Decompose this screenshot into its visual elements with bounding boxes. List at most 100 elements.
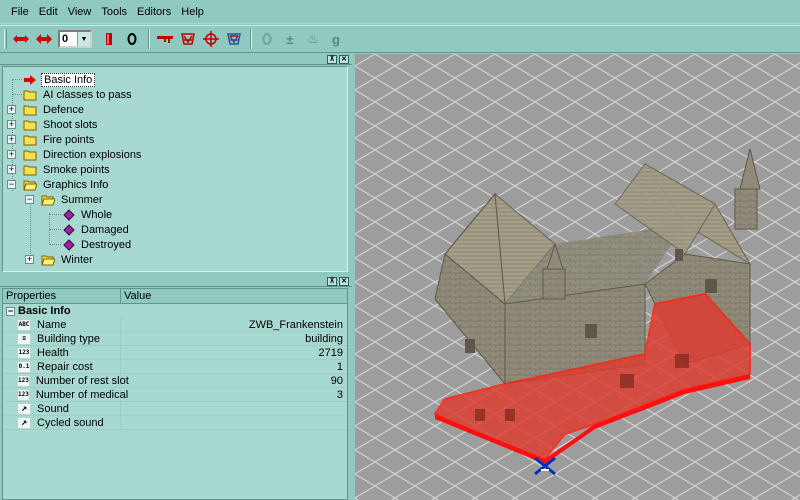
property-value[interactable]: 90 — [121, 375, 347, 387]
tree-item-basic-info[interactable]: Basic Info — [7, 72, 96, 87]
property-row-building-type[interactable]: ≡ Building type building — [3, 331, 347, 346]
expand-icon[interactable]: + — [7, 165, 16, 174]
menu-edit[interactable]: Edit — [34, 0, 63, 24]
property-row-name[interactable]: ABC Name ZWB_Frankenstein — [3, 317, 347, 332]
property-name: Name — [37, 318, 67, 331]
property-row-health[interactable]: 123 Health 2719 — [3, 345, 347, 360]
menu-file-label: File — [11, 5, 29, 18]
toolbar-grip[interactable] — [4, 29, 7, 49]
3d-viewport[interactable] — [355, 54, 800, 500]
diamond-icon — [63, 208, 75, 221]
number-icon: 123 — [17, 374, 30, 387]
property-grid[interactable]: Properties Value − Basic Info ABC Name ZW… — [2, 288, 348, 500]
property-row-sound[interactable]: ↗ Sound — [3, 401, 347, 416]
property-row-medical[interactable]: 123 Number of medical 3 — [3, 387, 347, 402]
tree-item-summer[interactable]: − Summer — [25, 192, 105, 207]
menu-help[interactable]: Help — [176, 0, 209, 24]
property-row-cycled-sound[interactable]: ↗ Cycled sound — [3, 415, 347, 430]
expand-icon[interactable]: + — [7, 135, 16, 144]
property-value[interactable]: building — [121, 333, 347, 345]
tree-item-label: Smoke points — [43, 163, 110, 176]
key-button[interactable] — [154, 28, 176, 50]
menu-tools[interactable]: Tools — [96, 0, 132, 24]
target-button[interactable] — [200, 28, 222, 50]
list-icon: ≡ — [17, 332, 31, 345]
tree-item-fire-points[interactable]: + Fire points — [7, 132, 96, 147]
expand-icon[interactable]: + — [7, 120, 16, 129]
tree-panel-caption: ⊼ ✕ — [0, 54, 352, 65]
defence-red-button[interactable] — [177, 28, 199, 50]
collapse-icon[interactable]: − — [25, 195, 34, 204]
arrow-right-icon — [24, 74, 36, 85]
properties-panel: ⊼ ✕ Properties Value − Basic Info ABC Nam… — [0, 274, 352, 500]
toolbar: 0 ▼ ± ♨ g — [0, 25, 800, 53]
property-group-basic-info[interactable]: − Basic Info — [3, 304, 347, 318]
expand-icon[interactable]: + — [25, 255, 34, 264]
left-pane: ⊼ ✕ Basic Info AI classes to pass + Defe… — [0, 54, 352, 500]
value-column-header[interactable]: Value — [121, 289, 151, 303]
number-icon: 123 — [17, 346, 31, 359]
property-value[interactable]: 2719 — [121, 347, 347, 359]
tree-item-graphics-info[interactable]: − Graphics Info — [7, 177, 110, 192]
tree-item-label: Damaged — [81, 223, 129, 236]
tree-item-defence[interactable]: + Defence — [7, 102, 86, 117]
g-icon: g — [332, 31, 340, 47]
level-combo-value: 0 — [62, 33, 69, 45]
expand-icon[interactable]: + — [7, 105, 16, 114]
level-combo[interactable]: 0 ▼ — [58, 30, 92, 48]
abc-icon: ABC — [17, 318, 31, 331]
disabled-circle-button[interactable] — [256, 28, 278, 50]
property-name: Repair cost — [37, 360, 93, 373]
properties-column-header[interactable]: Properties — [3, 289, 121, 303]
property-value[interactable]: 1 — [121, 361, 347, 373]
tree-item-whole[interactable]: Whole — [45, 207, 114, 222]
expand-icon[interactable]: + — [7, 150, 16, 159]
property-value[interactable]: ZWB_Frankenstein — [121, 319, 347, 331]
tree-item-damaged[interactable]: Damaged — [45, 222, 131, 237]
folder-icon — [23, 90, 37, 100]
tree-item-label: Shoot slots — [43, 118, 98, 131]
move-arrows-icon — [13, 35, 29, 43]
tree-close-button[interactable]: ✕ — [339, 54, 349, 64]
menu-tools-label: Tools — [101, 5, 128, 18]
menu-edit-label: Edit — [38, 5, 58, 18]
tree-item-direction-explosions[interactable]: + Direction explosions — [7, 147, 143, 162]
collapse-icon[interactable]: − — [6, 306, 15, 316]
property-row-repair-cost[interactable]: 0.1 Repair cost 1 — [3, 359, 347, 374]
tree-item-destroyed[interactable]: Destroyed — [45, 237, 133, 252]
property-row-rest-slot[interactable]: 123 Number of rest slot 90 — [3, 373, 347, 388]
link-arrow-icon: ↗ — [17, 416, 31, 429]
tree-item-ai-classes[interactable]: AI classes to pass — [7, 87, 134, 102]
disabled-stack-button[interactable]: ± — [279, 28, 301, 50]
folder-icon — [23, 105, 37, 115]
viewport-canvas[interactable] — [355, 54, 800, 500]
stack-icon: ± — [286, 31, 294, 47]
tree-item-label: Fire points — [43, 133, 95, 146]
red-marker-button[interactable] — [98, 28, 120, 50]
menu-editors[interactable]: Editors — [132, 0, 176, 24]
disabled-fire-button[interactable]: ♨ — [302, 28, 324, 50]
folder-open-icon — [41, 255, 55, 265]
defence-blue-button[interactable] — [223, 28, 245, 50]
move-diamond-button[interactable] — [33, 28, 55, 50]
combo-dropdown-icon[interactable]: ▼ — [77, 32, 90, 46]
decimal-icon: 0.1 — [17, 360, 31, 373]
move-arrows-button[interactable] — [10, 28, 32, 50]
properties-pin-button[interactable]: ⊼ — [327, 276, 337, 286]
tree-pin-button[interactable]: ⊼ — [327, 54, 337, 64]
menu-view[interactable]: View — [63, 0, 97, 24]
menu-file[interactable]: File — [6, 0, 34, 24]
tree-item-label: Winter — [61, 253, 93, 266]
collapse-icon[interactable]: − — [7, 180, 16, 189]
properties-close-button[interactable]: ✕ — [339, 276, 349, 286]
tree-item-smoke-points[interactable]: + Smoke points — [7, 162, 112, 177]
tree-item-winter[interactable]: + Winter — [25, 252, 95, 267]
tree-connector — [12, 79, 22, 80]
disabled-g-button[interactable]: g — [325, 28, 347, 50]
tree-item-shoot-slots[interactable]: + Shoot slots — [7, 117, 99, 132]
folder-icon — [23, 165, 37, 175]
object-tree[interactable]: Basic Info AI classes to pass + Defence … — [2, 66, 348, 272]
select-circle-button[interactable] — [121, 28, 143, 50]
link-arrow-icon: ↗ — [17, 402, 31, 415]
property-value[interactable]: 3 — [121, 389, 347, 401]
